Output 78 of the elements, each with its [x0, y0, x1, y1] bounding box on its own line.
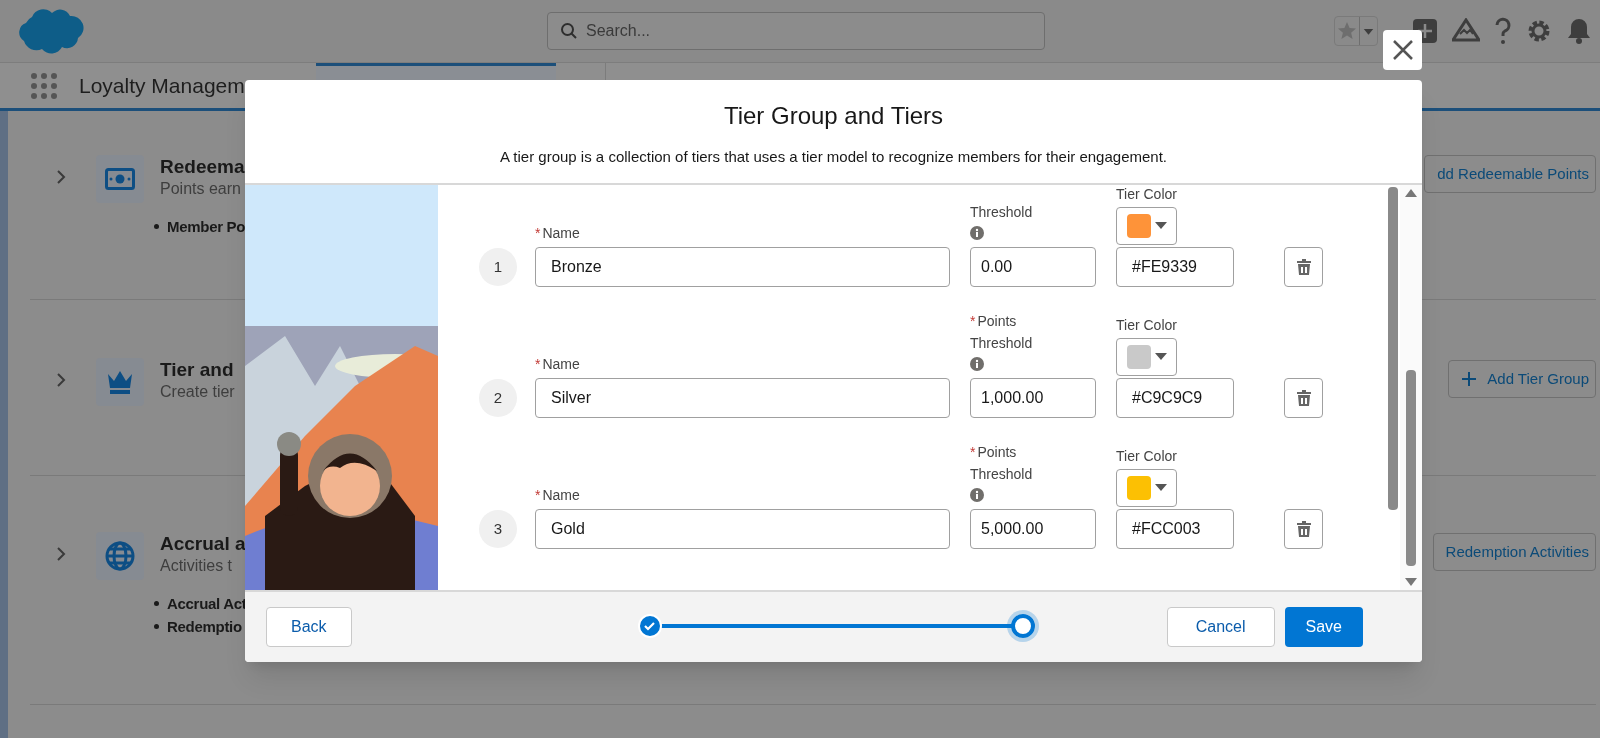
search-placeholder: Search... — [586, 21, 651, 41]
close-icon — [1391, 39, 1414, 61]
chevron-right-icon[interactable] — [56, 546, 66, 562]
field-label: Points — [977, 313, 1017, 329]
triangle-emblem-icon[interactable] — [1452, 18, 1480, 44]
section-title: Redeema — [160, 155, 245, 179]
scrollbar-thumb[interactable] — [1388, 187, 1398, 510]
scroll-up-icon[interactable] — [1405, 189, 1417, 197]
field-label: Threshold — [970, 204, 1033, 220]
color-picker-button[interactable] — [1116, 207, 1177, 245]
help-icon[interactable] — [1494, 17, 1512, 45]
trash-icon — [1296, 390, 1311, 406]
back-button[interactable]: Back — [266, 607, 352, 647]
name-input[interactable]: Silver — [535, 378, 950, 418]
info-icon[interactable] — [970, 357, 984, 371]
section-subtitle: Points earn — [160, 179, 242, 199]
name-input[interactable]: Gold — [535, 509, 950, 549]
hex-color-input[interactable]: #C9C9C9 — [1116, 378, 1234, 418]
trash-icon — [1296, 521, 1311, 537]
field-label: Name — [542, 487, 580, 503]
info-icon[interactable] — [970, 226, 984, 240]
trash-icon — [1296, 259, 1311, 275]
section-subtitle: Activities t — [160, 556, 233, 576]
field-label: Tier Color — [1116, 185, 1178, 204]
threshold-input[interactable]: 5,000.00 — [970, 509, 1096, 549]
threshold-input[interactable]: 1,000.00 — [970, 378, 1096, 418]
color-picker-button[interactable] — [1116, 338, 1177, 376]
delete-button[interactable] — [1284, 509, 1323, 549]
step-number: 3 — [479, 510, 517, 548]
required-mark: * — [535, 487, 541, 503]
section-title: Tier and — [160, 358, 235, 382]
required-mark: * — [535, 356, 541, 372]
field-label: Points — [977, 444, 1017, 460]
app-launcher-icon[interactable] — [30, 71, 58, 100]
banknote-icon — [105, 168, 135, 190]
dialog-description: A tier group is a collection of tiers that uses a tier model to recognize members for their engagement. — [500, 147, 1167, 167]
bullet-item: Redemptio — [167, 617, 242, 637]
step-number: 2 — [479, 379, 517, 417]
hex-color-input[interactable]: #FE9339 — [1116, 247, 1234, 287]
globe-icon — [104, 540, 136, 572]
required-mark: * — [970, 313, 976, 329]
field-label: Threshold — [970, 466, 1033, 482]
scrollbar[interactable] — [1400, 185, 1422, 590]
bullet-item: Accrual Act — [167, 594, 247, 614]
step-number: 1 — [479, 248, 517, 286]
app-name: Loyalty Managem — [79, 72, 245, 99]
delete-button[interactable] — [1284, 378, 1323, 418]
field-label: Threshold — [970, 335, 1033, 351]
caret-icon — [1155, 222, 1167, 230]
section-title: Accrual a — [160, 532, 246, 556]
scrollbar-thumb[interactable] — [1406, 369, 1416, 566]
section-subtitle: Create tier — [160, 382, 235, 402]
caret-icon — [1155, 484, 1167, 492]
hex-color-input[interactable]: #FCC003 — [1116, 509, 1234, 549]
cancel-button[interactable]: Cancel — [1166, 607, 1275, 647]
caret-icon — [1155, 353, 1167, 361]
field-label: Name — [542, 356, 580, 372]
scroll-down-icon[interactable] — [1405, 578, 1417, 586]
plus-icon — [1461, 371, 1478, 387]
bullet-item: Member Po — [167, 217, 246, 237]
name-input[interactable]: Bronze — [535, 247, 950, 287]
settings-icon[interactable] — [1526, 18, 1552, 44]
threshold-input[interactable]: 0.00 — [970, 247, 1096, 287]
field-label: Name — [542, 225, 580, 241]
notification-icon[interactable] — [1566, 17, 1592, 45]
save-button[interactable]: Save — [1284, 607, 1363, 647]
delete-button[interactable] — [1284, 247, 1323, 287]
color-picker-button[interactable] — [1116, 469, 1177, 507]
search-icon — [560, 22, 578, 40]
info-icon[interactable] — [970, 488, 984, 502]
dialog-title: Tier Group and Tiers — [723, 101, 944, 131]
field-label: Tier Color — [1116, 316, 1178, 335]
chevron-right-icon[interactable] — [56, 372, 66, 388]
chevron-right-icon[interactable] — [56, 169, 66, 185]
close-button[interactable] — [1383, 30, 1422, 70]
required-mark: * — [535, 225, 541, 241]
required-mark: * — [970, 444, 976, 460]
field-label: Tier Color — [1116, 447, 1178, 466]
